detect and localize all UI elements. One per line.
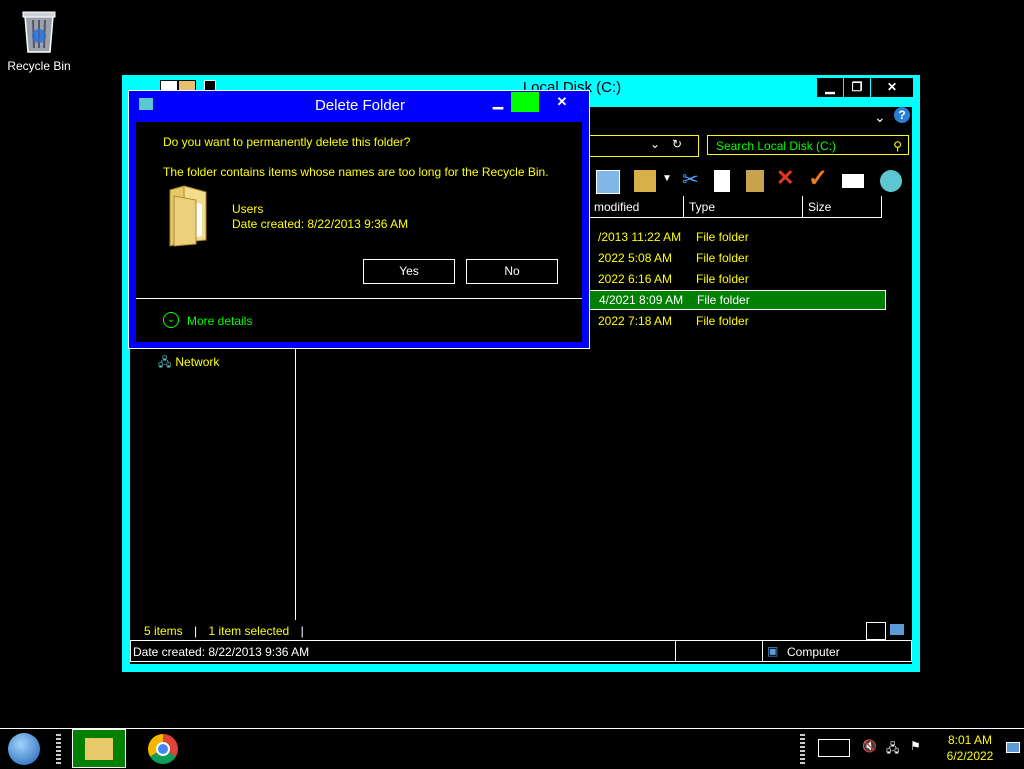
search-placeholder: Search Local Disk (C:) (716, 139, 837, 153)
row-type: File folder (696, 272, 749, 286)
row-date: 2022 5:08 AM (598, 251, 673, 265)
ribbon-expand-icon[interactable]: ⌄ (874, 109, 886, 126)
item-date: Date created: 8/22/2013 9:36 AM (232, 217, 409, 231)
recycle-bin-label: Recycle Bin (7, 59, 71, 73)
show-desktop-button[interactable] (1006, 742, 1020, 753)
more-details-link[interactable]: More details (187, 314, 252, 328)
row-type: File folder (696, 314, 749, 328)
taskbar-grip[interactable] (56, 734, 61, 764)
file-row[interactable]: 2022 5:08 AM File folder (588, 248, 886, 268)
network-tray-icon[interactable]: 🖧 (886, 739, 899, 760)
file-row[interactable]: 2022 6:16 AM File folder (588, 269, 886, 289)
folder-icon (85, 738, 113, 760)
search-icon: ⚲ (893, 139, 902, 153)
row-date: 2022 7:18 AM (598, 314, 673, 328)
row-type: File folder (697, 293, 750, 307)
items-count: 5 items (144, 624, 183, 638)
maximize-button[interactable]: ❐ (843, 77, 871, 98)
statusbar-location: Computer (787, 645, 840, 659)
volume-muted-icon[interactable]: 🔇 (862, 739, 877, 753)
status-separator: | (300, 624, 304, 638)
status-text: 5 items | 1 item selected | (144, 624, 312, 638)
refresh-icon[interactable]: ↻ (672, 137, 682, 151)
column-header-size[interactable]: Size (802, 196, 882, 218)
dialog-close-button[interactable]: ✕ (541, 92, 583, 112)
row-date: 2022 6:16 AM (598, 272, 673, 286)
column-header-modified[interactable]: modified (588, 196, 684, 218)
status-separator: | (194, 624, 198, 638)
cut-icon[interactable]: ✂ (682, 167, 699, 192)
delete-icon[interactable]: ✕ (776, 165, 794, 191)
dialog-divider (136, 298, 582, 299)
start-button[interactable] (8, 733, 40, 765)
dialog-maximize-button[interactable] (511, 92, 539, 112)
clock-time: 8:01 AM (947, 733, 993, 747)
item-name: Users (232, 202, 264, 216)
preview-pane-icon[interactable] (596, 170, 620, 194)
dialog-minimize-button[interactable]: ▁ (485, 92, 511, 112)
computer-icon: ▣ (767, 644, 779, 658)
network-icon: 🖧 (158, 355, 172, 369)
row-date: 4/2021 8:09 AM (599, 293, 684, 307)
copy-icon[interactable] (714, 170, 730, 192)
nav-item-network[interactable]: 🖧 Network (158, 353, 219, 374)
statusbar-divider (762, 641, 763, 661)
search-input[interactable]: Search Local Disk (C:) ⚲ (707, 135, 909, 155)
recycle-bin-icon (22, 11, 56, 53)
clock[interactable]: 8:01 AM 6/2/2022 (942, 733, 998, 763)
taskbar-explorer-button[interactable] (72, 729, 126, 768)
help-icon[interactable]: ? (894, 107, 910, 123)
status-bar: Date created: 8/22/2013 9:36 AM ▣ Comput… (130, 640, 912, 662)
taskbar-grip[interactable] (800, 734, 805, 764)
chevron-down-icon[interactable]: ⌄ (163, 312, 179, 328)
file-row-selected[interactable]: 4/2021 8:09 AM File folder (588, 290, 886, 310)
folder-icon (169, 185, 207, 247)
yes-button[interactable]: Yes (363, 259, 455, 284)
column-header-type[interactable]: Type (683, 196, 803, 218)
dialog-message: The folder contains items whose names ar… (163, 165, 549, 179)
properties-icon[interactable] (634, 170, 656, 192)
delete-folder-dialog: Delete Folder ▁ ✕ Do you want to permane… (128, 90, 590, 349)
large-icons-view-button[interactable] (890, 624, 904, 635)
nav-item-network-label: Network (175, 355, 220, 369)
row-type: File folder (696, 230, 749, 244)
new-item-icon[interactable] (842, 174, 864, 188)
minimize-button[interactable]: ▁ (816, 77, 844, 98)
taskbar: 🔇 🖧 ⚑ 8:01 AM 6/2/2022 (0, 728, 1024, 769)
dialog-question: Do you want to permanently delete this f… (163, 135, 411, 149)
file-row[interactable]: 2022 7:18 AM File folder (588, 311, 886, 331)
dialog-body: Do you want to permanently delete this f… (136, 122, 582, 342)
row-date: /2013 11:22 AM (598, 230, 682, 244)
statusbar-date: Date created: 8/22/2013 9:36 AM (133, 645, 310, 659)
address-dropdown-icon[interactable]: ⌄ (650, 137, 660, 151)
keyboard-icon[interactable] (818, 739, 850, 757)
globe-icon[interactable] (880, 170, 902, 192)
chrome-icon[interactable] (148, 734, 178, 764)
chrome-center (156, 742, 170, 756)
file-row[interactable]: /2013 11:22 AM File folder (588, 227, 886, 247)
details-view-button[interactable] (866, 622, 886, 640)
view-dropdown-icon[interactable]: ▼ (662, 173, 672, 184)
statusbar-divider (675, 641, 676, 661)
paste-icon[interactable] (746, 170, 764, 192)
rename-check-icon[interactable]: ✓ (808, 164, 828, 193)
address-bar[interactable]: ⌄ ↻ (588, 135, 699, 157)
action-center-flag-icon[interactable]: ⚑ (910, 739, 921, 753)
nav-pane-divider[interactable] (295, 345, 296, 620)
close-button[interactable]: ✕ (870, 77, 914, 98)
no-button[interactable]: No (466, 259, 558, 284)
items-selected: 1 item selected (208, 624, 290, 638)
row-type: File folder (696, 251, 749, 265)
recycle-bin-desktop-icon[interactable]: Recycle Bin (6, 6, 72, 73)
clock-date: 6/2/2022 (946, 749, 994, 763)
